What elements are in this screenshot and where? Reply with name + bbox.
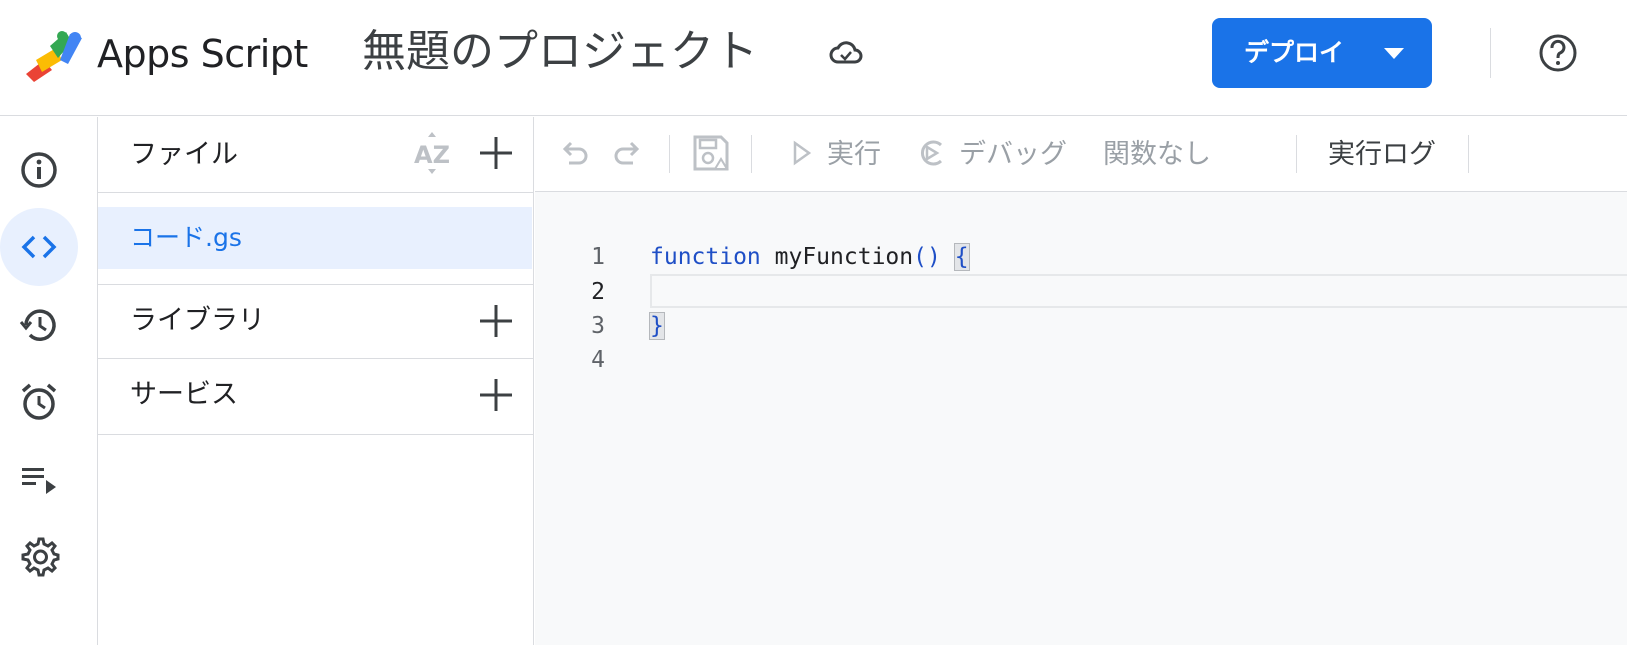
execution-log-button[interactable]: 実行ログ [1328,137,1436,173]
alarm-icon [21,383,57,420]
line-number: 1 [591,244,605,270]
nav-editor[interactable] [0,208,78,286]
left-nav [0,117,98,645]
nav-executions[interactable] [0,440,78,518]
code-line[interactable]: } [649,309,665,343]
deploy-button[interactable]: デプロイ [1212,18,1432,88]
add-service-icon[interactable] [478,377,514,413]
gear-icon [21,537,60,577]
code-function-name: myFunction [774,244,914,270]
current-line-highlight [650,274,1627,308]
line-number: 3 [591,313,605,339]
code-close-brace: } [649,312,665,340]
debug-icon[interactable] [915,135,951,171]
files-label: ファイル [130,139,238,170]
line-number: 2 [591,279,605,305]
services-section-header: サービス [98,359,534,435]
play-icon[interactable] [789,135,815,171]
history-icon [19,309,56,341]
toolbar-divider [1468,135,1469,173]
code-parens: () [913,244,941,270]
nav-settings[interactable] [0,517,78,595]
files-section-header: ファイル AZ [98,117,534,193]
undo-icon[interactable] [557,135,593,171]
code-line[interactable]: function myFunction() { [650,240,970,274]
deploy-label: デプロイ [1244,38,1345,67]
info-icon [21,152,57,188]
project-title[interactable]: 無題のプロジェクト [362,26,758,78]
nav-triggers[interactable] [0,363,78,441]
cloud-saved-icon [829,41,863,64]
header-divider [1490,28,1491,78]
sort-az-icon[interactable]: AZ [412,131,456,177]
redo-icon[interactable] [609,135,645,171]
help-icon[interactable] [1538,33,1578,73]
save-to-drive-icon[interactable] [691,133,731,173]
debug-button[interactable]: デバッグ [959,137,1067,173]
services-label: サービス [130,379,238,410]
apps-script-logo[interactable] [22,30,88,82]
line-number: 4 [591,347,605,373]
executions-icon [22,468,56,494]
add-library-icon[interactable] [478,303,514,339]
file-name: コード.gs [130,223,242,252]
libraries-label: ライブラリ [130,305,265,336]
code-icon [21,235,57,259]
add-file-icon[interactable] [478,135,514,171]
app-header: Apps Script 無題のプロジェクト デプロイ [0,0,1627,116]
toolbar-divider [669,135,670,173]
nav-history[interactable] [0,286,78,364]
files-panel: ファイル AZ コード.gs ライブラリ サービス [98,117,534,645]
code-keyword: function [650,244,761,270]
toolbar-divider [1296,135,1297,173]
run-button[interactable]: 実行 [827,137,881,173]
app-name: Apps Script [97,32,308,76]
nav-overview[interactable] [0,131,78,209]
chevron-down-icon[interactable] [1384,48,1404,60]
toolbar-divider [751,135,752,173]
libraries-section-header: ライブラリ [98,284,534,359]
file-item[interactable]: コード.gs [98,207,532,269]
function-select[interactable]: 関数なし [1103,137,1211,173]
code-open-brace: { [953,243,970,271]
svg-text:AZ: AZ [414,141,450,169]
code-editor[interactable]: 1 2 3 4 function myFunction() { } [535,192,1627,645]
editor-toolbar: 実行 デバッグ 関数なし 実行ログ [535,117,1627,192]
